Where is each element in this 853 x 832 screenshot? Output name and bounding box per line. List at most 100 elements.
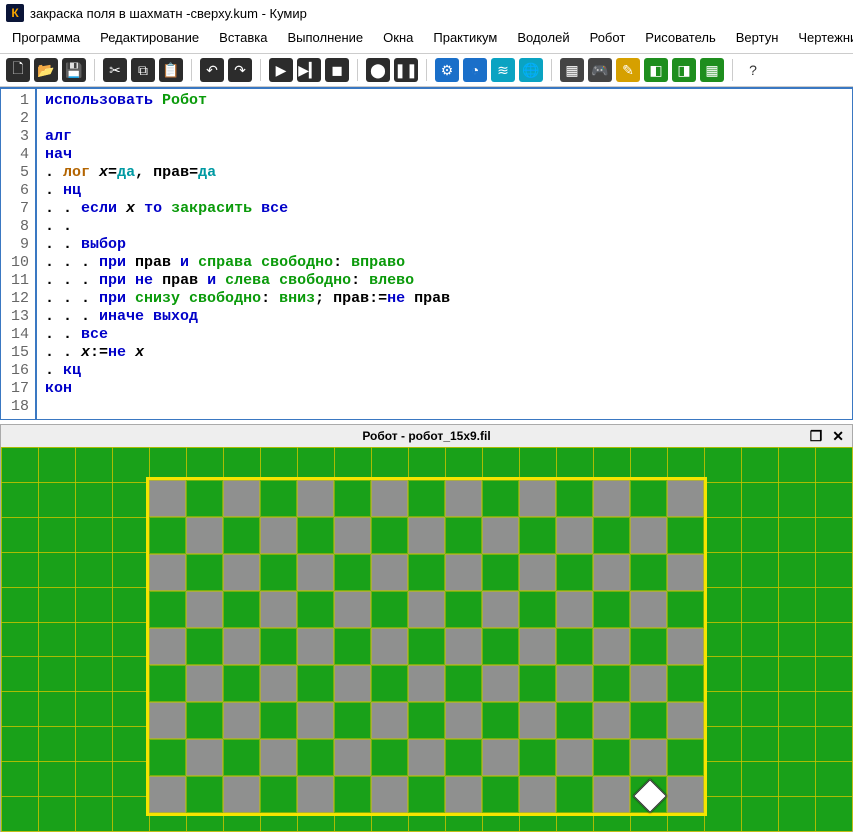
cell [334, 591, 371, 628]
cell [667, 665, 704, 702]
cell [260, 702, 297, 739]
cell [149, 554, 186, 591]
menu-item-вертун[interactable]: Вертун [728, 28, 787, 47]
pause-button[interactable]: ❚❚ [394, 58, 418, 82]
menu-item-выполнение[interactable]: Выполнение [279, 28, 371, 47]
code-line[interactable]: . . . иначе выход [45, 308, 844, 326]
open-file-button[interactable]: 📂 [34, 58, 58, 82]
code-line[interactable]: . . . при не прав и слева свободно: влев… [45, 272, 844, 290]
cell [630, 739, 667, 776]
line-number: 8 [5, 218, 29, 236]
cell [445, 554, 482, 591]
menu-item-рисователь[interactable]: Рисователь [637, 28, 723, 47]
code-line[interactable]: нач [45, 146, 844, 164]
cell [630, 517, 667, 554]
code-line[interactable]: . . если х то закрасить все [45, 200, 844, 218]
menu-item-водолей[interactable]: Водолей [509, 28, 577, 47]
menu-item-редактирование[interactable]: Редактирование [92, 28, 207, 47]
settings-button[interactable]: ⚙ [435, 58, 459, 82]
cell [260, 739, 297, 776]
close-icon[interactable]: ✕ [832, 428, 844, 445]
cell [630, 591, 667, 628]
cell [556, 665, 593, 702]
redo-button[interactable]: ↷ [228, 58, 252, 82]
gamepad-button[interactable]: 🎮 [588, 58, 612, 82]
code-line[interactable]: . лог х=да, прав=да [45, 164, 844, 182]
menu-item-вставка[interactable]: Вставка [211, 28, 275, 47]
cell [482, 628, 519, 665]
code-line[interactable]: . нц [45, 182, 844, 200]
code-editor[interactable]: 123456789101112131415161718 использовать… [0, 87, 853, 420]
menu-item-практикум[interactable]: Практикум [425, 28, 505, 47]
cell [408, 480, 445, 517]
cell [593, 702, 630, 739]
gauge-button[interactable]: ◔ [463, 58, 487, 82]
robot-field[interactable] [1, 447, 852, 831]
menu-item-программа[interactable]: Программа [4, 28, 88, 47]
line-number: 9 [5, 236, 29, 254]
record-button[interactable]: ⬤ [366, 58, 390, 82]
code-line[interactable]: алг [45, 128, 844, 146]
step-button[interactable]: ▶▎ [297, 58, 321, 82]
cell [297, 517, 334, 554]
cell1-button[interactable]: ◧ [644, 58, 668, 82]
cell [371, 739, 408, 776]
help-button[interactable]: ? [741, 58, 765, 82]
code-line[interactable] [45, 110, 844, 128]
code-line[interactable]: использовать Робот [45, 92, 844, 110]
line-number: 12 [5, 290, 29, 308]
cell [556, 517, 593, 554]
grid1-button[interactable]: ▦ [560, 58, 584, 82]
globe-button[interactable]: 🌐 [519, 58, 543, 82]
code-line[interactable]: . . [45, 218, 844, 236]
cell [593, 517, 630, 554]
draw-button[interactable]: ✎ [616, 58, 640, 82]
menu-item-окна[interactable]: Окна [375, 28, 421, 47]
code-line[interactable]: . кц [45, 362, 844, 380]
code-line[interactable]: . . все [45, 326, 844, 344]
grid2-button[interactable]: ▦ [700, 58, 724, 82]
cell [667, 628, 704, 665]
menu-item-робот[interactable]: Робот [582, 28, 634, 47]
cell [186, 776, 223, 813]
cell [371, 517, 408, 554]
cell [445, 776, 482, 813]
code-line[interactable]: . . выбор [45, 236, 844, 254]
cell [334, 554, 371, 591]
new-file-button[interactable]: 🗋 [6, 58, 30, 82]
cell [334, 702, 371, 739]
save-file-button[interactable]: 💾 [62, 58, 86, 82]
stop-button[interactable]: ◼ [325, 58, 349, 82]
cell [519, 554, 556, 591]
code-line[interactable]: кон [45, 380, 844, 398]
cell [630, 480, 667, 517]
cell [260, 480, 297, 517]
cell [371, 702, 408, 739]
cell [186, 480, 223, 517]
cell [149, 628, 186, 665]
undo-button[interactable]: ↶ [200, 58, 224, 82]
maximize-icon[interactable]: ❐ [810, 428, 823, 445]
cell [371, 591, 408, 628]
cell2-button[interactable]: ◨ [672, 58, 696, 82]
code-line[interactable]: . . . при снизу свободно: вниз; прав:=не… [45, 290, 844, 308]
cell [519, 702, 556, 739]
copy-button[interactable]: ⧉ [131, 58, 155, 82]
cell [630, 628, 667, 665]
menu-item-чертежник[interactable]: Чертежник [790, 28, 853, 47]
menubar: ПрограммаРедактированиеВставкаВыполнение… [0, 26, 853, 54]
cut-button[interactable]: ✂ [103, 58, 127, 82]
run-button[interactable]: ▶ [269, 58, 293, 82]
code-area[interactable]: использовать Робот алгнач. лог х=да, пра… [37, 89, 852, 419]
paste-button[interactable]: 📋 [159, 58, 183, 82]
code-line[interactable]: . . . при прав и справа свободно: вправо [45, 254, 844, 272]
cell [408, 517, 445, 554]
cell [371, 665, 408, 702]
board [149, 480, 704, 813]
waves-button[interactable]: ≋ [491, 58, 515, 82]
cell [519, 628, 556, 665]
code-line[interactable] [45, 398, 844, 416]
cell [593, 591, 630, 628]
cell [519, 776, 556, 813]
code-line[interactable]: . . х:=не х [45, 344, 844, 362]
